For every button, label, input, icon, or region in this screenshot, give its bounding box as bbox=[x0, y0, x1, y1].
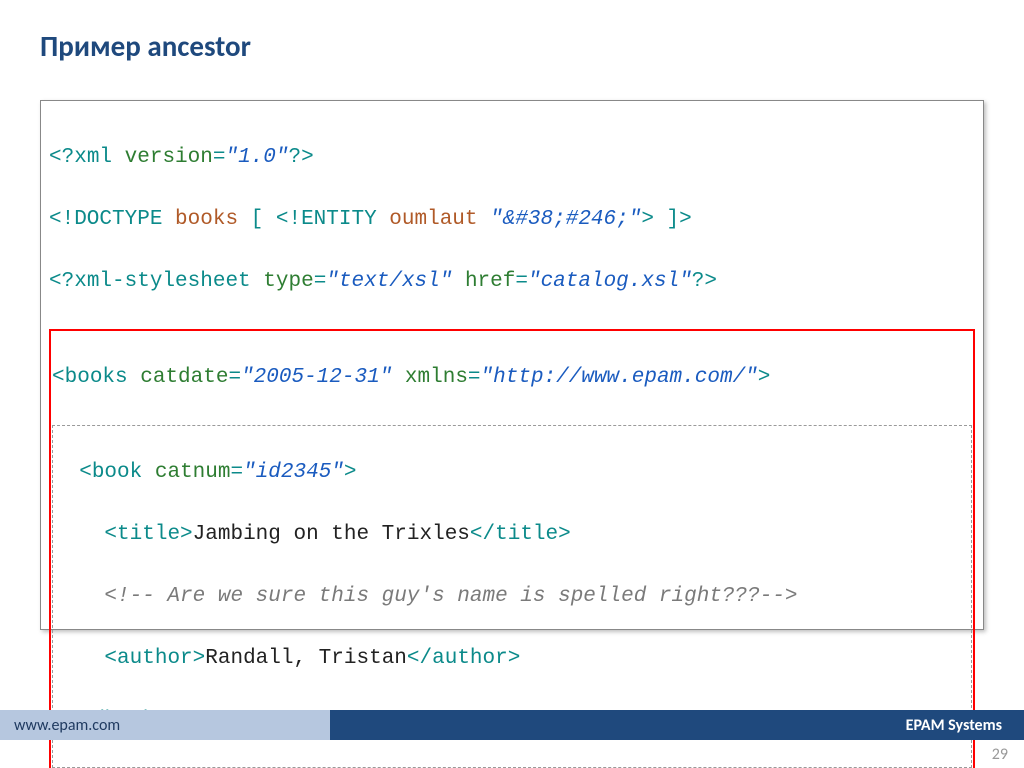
punct: > bbox=[758, 366, 771, 389]
punct: <!DOCTYPE bbox=[49, 208, 175, 231]
code-line: <!-- Are we sure this guy's name is spel… bbox=[54, 581, 970, 612]
punct: > bbox=[193, 647, 206, 670]
punct: < bbox=[52, 366, 65, 389]
punct: < bbox=[104, 523, 117, 546]
text: Jambing on the Trixles bbox=[193, 523, 470, 546]
space bbox=[478, 208, 491, 231]
code-line: <title>Jambing on the Trixles</title> bbox=[54, 519, 970, 550]
attr: href bbox=[465, 270, 515, 293]
tag: books bbox=[65, 366, 128, 389]
punct: ?> bbox=[288, 146, 313, 169]
eq: = bbox=[213, 146, 226, 169]
indent bbox=[54, 585, 104, 608]
keyword: oumlaut bbox=[389, 208, 477, 231]
tag: author bbox=[432, 647, 508, 670]
value: "1.0" bbox=[225, 146, 288, 169]
code-line: <?xml-stylesheet type="text/xsl" href="c… bbox=[49, 266, 975, 297]
comment: <!-- Are we sure this guy's name is spel… bbox=[104, 585, 797, 608]
space bbox=[452, 270, 465, 293]
punct: < bbox=[79, 461, 92, 484]
punct: > bbox=[508, 647, 521, 670]
punct: < bbox=[104, 647, 117, 670]
page-number: 29 bbox=[992, 745, 1008, 764]
punct: [ bbox=[238, 208, 276, 231]
eq: = bbox=[468, 366, 481, 389]
indent bbox=[54, 647, 104, 670]
code-line: <author>Randall, Tristan</author> bbox=[54, 643, 970, 674]
tag: xml-stylesheet bbox=[74, 270, 250, 293]
space bbox=[251, 270, 264, 293]
attr: catdate bbox=[140, 366, 228, 389]
code-block: <?xml version="1.0"?> <!DOCTYPE books [ … bbox=[49, 111, 975, 768]
punct: </ bbox=[470, 523, 495, 546]
code-line: <book catnum="id2345"> bbox=[54, 457, 970, 488]
punct: ?> bbox=[692, 270, 717, 293]
punct: <!ENTITY bbox=[276, 208, 389, 231]
value: "&#38;#246;" bbox=[490, 208, 641, 231]
text: Randall, Tristan bbox=[205, 647, 407, 670]
tag: book bbox=[92, 461, 142, 484]
punct: > bbox=[180, 523, 193, 546]
space bbox=[392, 366, 405, 389]
punct: > ]> bbox=[641, 208, 691, 231]
tag: xml bbox=[74, 146, 112, 169]
punct: <? bbox=[49, 270, 74, 293]
value: "text/xsl" bbox=[326, 270, 452, 293]
code-line: <!DOCTYPE books [ <!ENTITY oumlaut "&#38… bbox=[49, 204, 975, 235]
tag: title bbox=[495, 523, 558, 546]
eq: = bbox=[314, 270, 327, 293]
eq: = bbox=[230, 461, 243, 484]
slide-title: Пример ancestor bbox=[40, 28, 251, 64]
value: "id2345" bbox=[243, 461, 344, 484]
value: "2005-12-31" bbox=[241, 366, 392, 389]
space bbox=[112, 146, 125, 169]
code-line: <books catdate="2005-12-31" xmlns="http:… bbox=[52, 362, 972, 393]
code-line: <?xml version="1.0"?> bbox=[49, 142, 975, 173]
code-frame: <?xml version="1.0"?> <!DOCTYPE books [ … bbox=[40, 100, 984, 630]
tag: title bbox=[117, 523, 180, 546]
footer: www.epam.com EPAM Systems bbox=[0, 710, 1024, 740]
value: "http://www.epam.com/" bbox=[481, 366, 758, 389]
punct: > bbox=[558, 523, 571, 546]
attr: version bbox=[125, 146, 213, 169]
footer-company: EPAM Systems bbox=[330, 710, 1024, 740]
punct: </ bbox=[407, 647, 432, 670]
slide: Пример ancestor <?xml version="1.0"?> <!… bbox=[0, 0, 1024, 768]
eq: = bbox=[515, 270, 528, 293]
space bbox=[142, 461, 155, 484]
attr: xmlns bbox=[405, 366, 468, 389]
eq: = bbox=[228, 366, 241, 389]
punct: <? bbox=[49, 146, 74, 169]
ancestor-highlight: <books catdate="2005-12-31" xmlns="http:… bbox=[49, 329, 975, 768]
punct: > bbox=[344, 461, 357, 484]
attr: type bbox=[263, 270, 313, 293]
attr: catnum bbox=[155, 461, 231, 484]
value: "catalog.xsl" bbox=[528, 270, 692, 293]
tag: author bbox=[117, 647, 193, 670]
indent bbox=[54, 461, 79, 484]
indent bbox=[54, 523, 104, 546]
keyword: books bbox=[175, 208, 238, 231]
space bbox=[128, 366, 141, 389]
footer-url: www.epam.com bbox=[0, 710, 330, 740]
